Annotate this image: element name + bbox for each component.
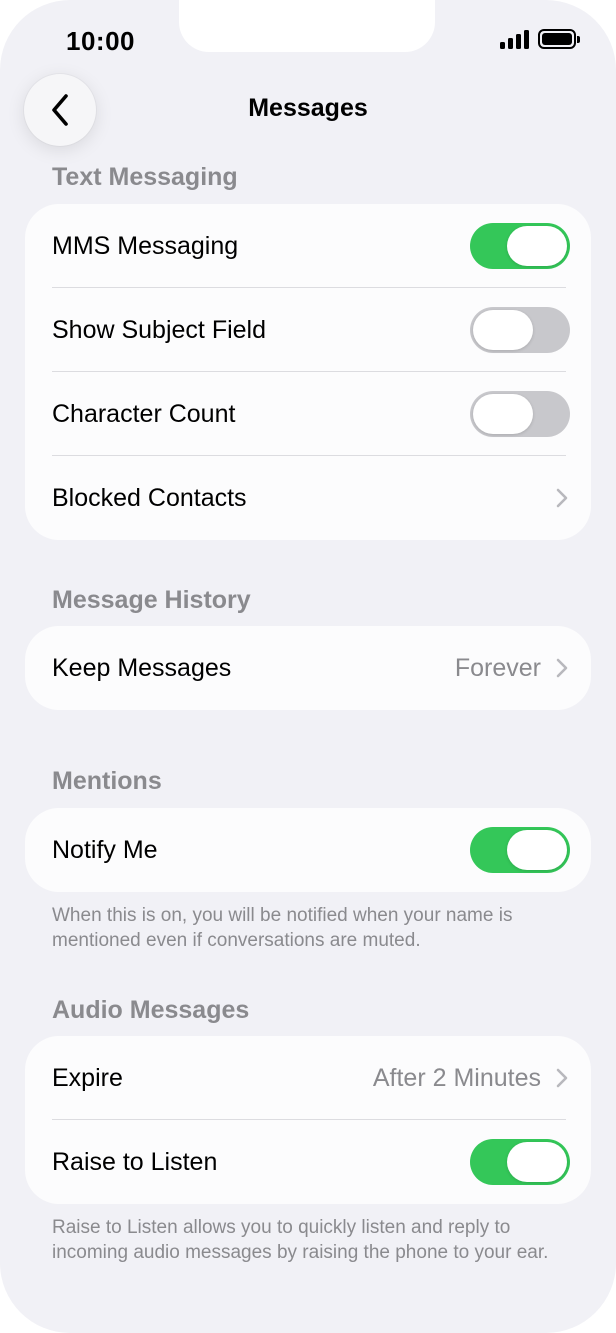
footnote-mentions: When this is on, you will be notified wh…: [52, 905, 513, 951]
row-label-character-count: Character Count: [52, 399, 236, 428]
toggle-knob: [507, 1142, 567, 1182]
group-message-history: Keep Messages Forever: [25, 626, 591, 710]
toggle-notify-me[interactable]: [470, 827, 570, 873]
notch: [179, 0, 435, 52]
status-time: 10:00: [66, 26, 135, 56]
status-icons: [500, 29, 580, 49]
page-title: Messages: [248, 94, 368, 122]
row-label-show-subject-field: Show Subject Field: [52, 315, 267, 344]
toggle-knob: [473, 310, 533, 350]
phone-screen: 10:00 Messages Text Messaging MMS Messag…: [0, 0, 616, 1333]
section-header-message-history: Message History: [52, 586, 251, 614]
row-blocked-contacts[interactable]: Blocked Contacts: [25, 456, 591, 540]
row-raise-to-listen: Raise to Listen: [25, 1120, 591, 1204]
row-show-subject-field: Show Subject Field: [25, 288, 591, 372]
chevron-right-icon: [556, 658, 568, 678]
row-label-expire: Expire: [52, 1063, 123, 1092]
footnote-audio-messages: Raise to Listen allows you to quickly li…: [52, 1217, 549, 1263]
group-audio-messages: Expire After 2 Minutes Raise to Listen: [25, 1036, 591, 1204]
section-header-text-messaging: Text Messaging: [52, 163, 238, 191]
toggle-knob: [507, 226, 567, 266]
section-header-mentions: Mentions: [52, 767, 162, 795]
group-text-messaging: MMS Messaging Show Subject Field Charact…: [25, 204, 591, 540]
chevron-right-icon: [556, 488, 568, 508]
row-label-notify-me: Notify Me: [52, 835, 158, 864]
row-value-expire: After 2 Minutes: [372, 1063, 541, 1092]
row-label-mms-messaging: MMS Messaging: [52, 231, 239, 260]
row-label-raise-to-listen: Raise to Listen: [52, 1147, 218, 1176]
toggle-mms-messaging[interactable]: [470, 223, 570, 269]
toggle-knob: [507, 830, 567, 870]
toggle-knob: [473, 394, 533, 434]
chevron-right-icon: [556, 1068, 568, 1088]
row-keep-messages[interactable]: Keep Messages Forever: [25, 626, 591, 710]
row-label-keep-messages: Keep Messages: [52, 653, 232, 682]
group-mentions: Notify Me: [25, 808, 591, 892]
row-notify-me: Notify Me: [25, 808, 591, 892]
toggle-show-subject-field[interactable]: [470, 307, 570, 353]
row-value-keep-messages: Forever: [454, 653, 541, 682]
row-character-count: Character Count: [25, 372, 591, 456]
toggle-character-count[interactable]: [470, 391, 570, 437]
row-label-blocked-contacts: Blocked Contacts: [52, 483, 247, 512]
row-mms-messaging: MMS Messaging: [25, 204, 591, 288]
row-expire[interactable]: Expire After 2 Minutes: [25, 1036, 591, 1120]
section-header-audio-messages: Audio Messages: [52, 996, 250, 1024]
toggle-raise-to-listen[interactable]: [470, 1139, 570, 1185]
cellular-signal-icon: [500, 29, 529, 49]
battery-icon: [538, 29, 580, 49]
